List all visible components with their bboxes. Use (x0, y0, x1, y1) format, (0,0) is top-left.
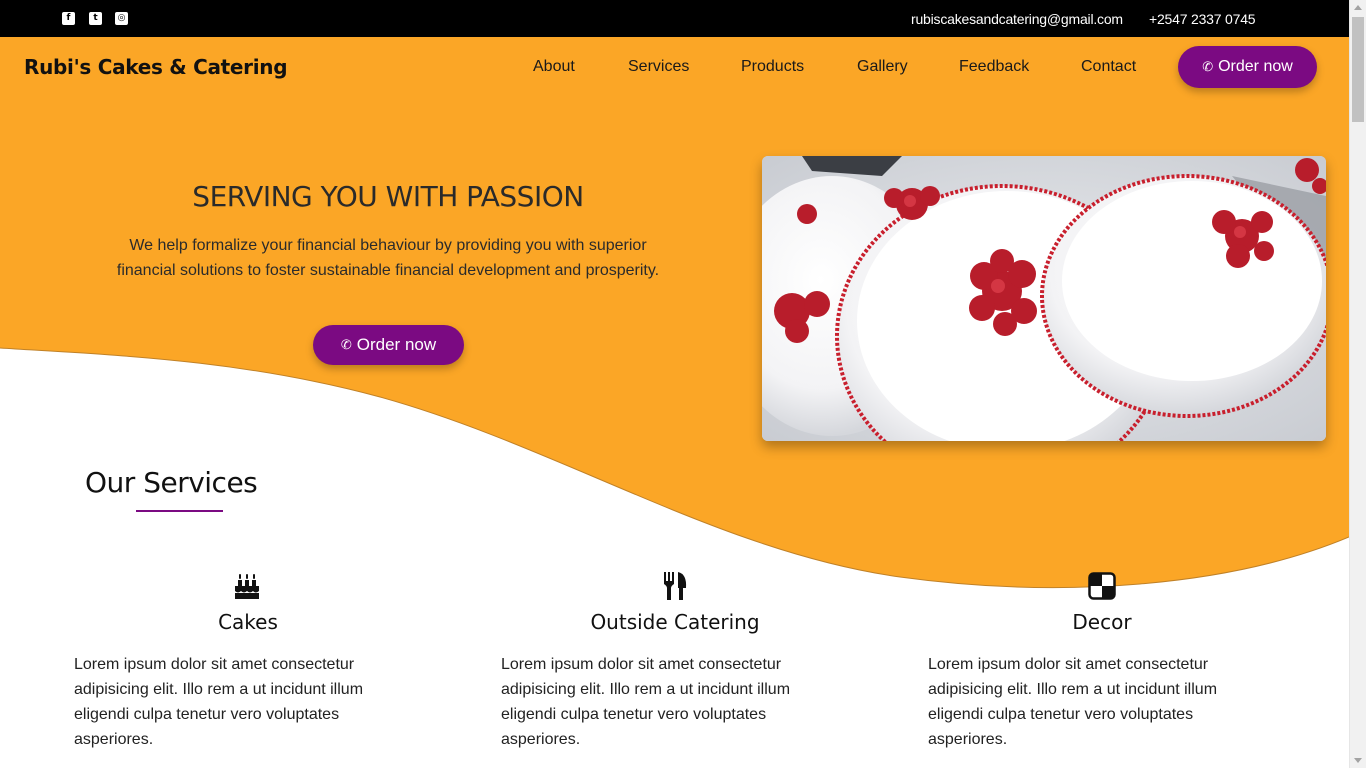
nav-order-button[interactable]: ✆ Order now (1178, 46, 1317, 88)
services-title-underline (136, 510, 223, 512)
scrollbar-thumb[interactable] (1352, 17, 1364, 122)
services-title: Our Services (85, 466, 258, 499)
service-text-cakes: Lorem ipsum dolor sit amet consectetur a… (74, 656, 364, 748)
nav-order-label: Order now (1218, 58, 1293, 75)
phone-link[interactable]: +2547 2337 0745 (1149, 11, 1256, 27)
facebook-icon[interactable]: f (62, 12, 75, 25)
top-bar: f t ◎ rubiscakesandcatering@gmail.com +2… (0, 0, 1349, 37)
service-title-decor: Decor (1072, 610, 1132, 634)
hero-title: SERVING YOU WITH PASSION (192, 180, 584, 213)
service-text-decor: Lorem ipsum dolor sit amet consectetur a… (928, 656, 1218, 748)
brand-logo[interactable]: Rubi's Cakes & Catering (24, 55, 288, 79)
decor-icon (1088, 572, 1116, 600)
service-text-catering: Lorem ipsum dolor sit amet consectetur a… (501, 656, 791, 748)
scroll-down-icon[interactable] (1354, 758, 1362, 763)
phone-icon: ✆ (340, 337, 352, 353)
nav-services[interactable]: Services (628, 58, 689, 76)
service-title-catering: Outside Catering (590, 610, 760, 634)
scroll-up-icon[interactable] (1354, 5, 1362, 10)
birthday-cake-icon (235, 574, 259, 599)
twitter-icon[interactable]: t (89, 12, 102, 25)
nav-about[interactable]: About (533, 58, 575, 76)
nav-products[interactable]: Products (741, 58, 804, 76)
page-scrollbar[interactable] (1349, 0, 1366, 768)
service-title-cakes: Cakes (218, 610, 278, 634)
cake-illustration (762, 156, 1326, 441)
nav-feedback[interactable]: Feedback (959, 58, 1029, 76)
hero-cake-image (762, 156, 1326, 441)
hero-order-label: Order now (356, 335, 437, 354)
hero-order-button[interactable]: ✆ Order now (313, 325, 464, 365)
nav-contact[interactable]: Contact (1081, 58, 1136, 76)
email-link[interactable]: rubiscakesandcatering@gmail.com (911, 11, 1123, 27)
nav-gallery[interactable]: Gallery (857, 58, 908, 76)
utensils-icon (664, 572, 687, 600)
phone-icon: ✆ (1202, 59, 1214, 75)
instagram-icon[interactable]: ◎ (115, 12, 128, 25)
hero-text: We help formalize your financial behavio… (116, 237, 660, 279)
